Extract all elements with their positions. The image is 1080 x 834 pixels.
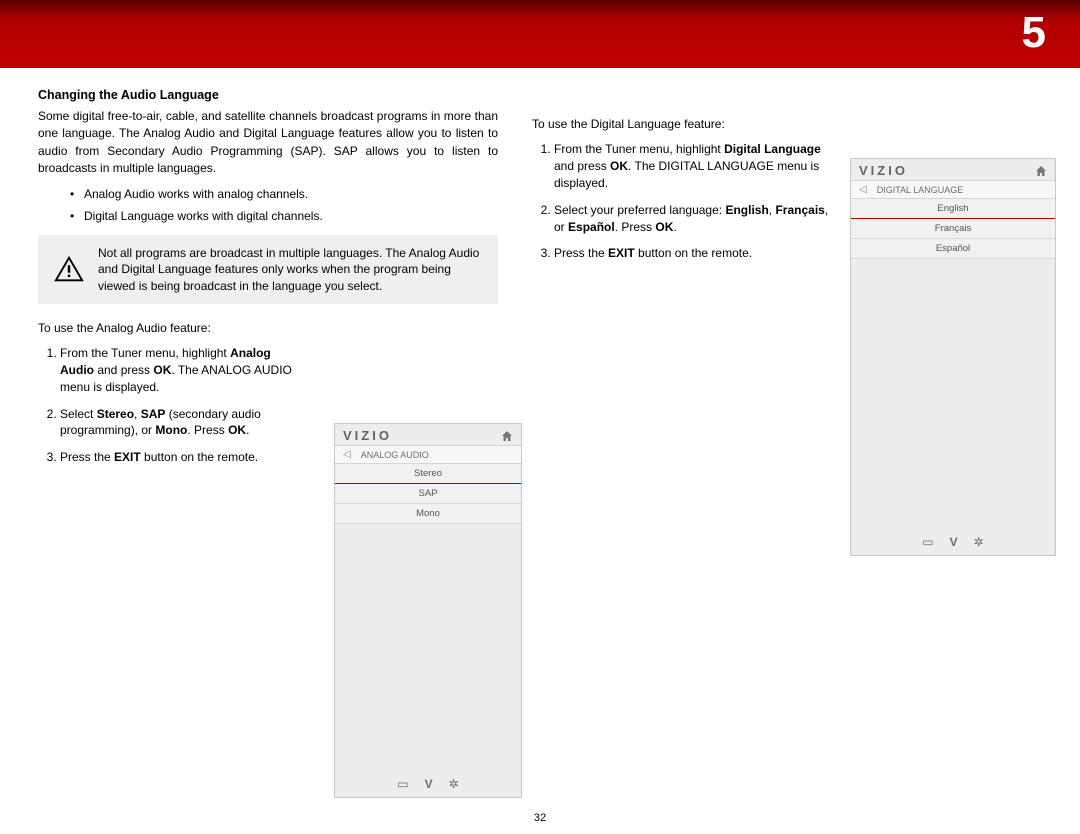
digital-steps: From the Tuner menu, highlight Digital L…	[532, 141, 832, 262]
step-item: From the Tuner menu, highlight Digital L…	[554, 141, 832, 191]
digital-menu-panel: VIZIO ◁ DIGITAL LANGUAGE English Françai…	[850, 158, 1056, 556]
menu-option[interactable]: SAP	[335, 484, 521, 504]
crumb-label: ANALOG AUDIO	[361, 450, 429, 460]
menu-option[interactable]: Mono	[335, 504, 521, 524]
page-number: 32	[534, 812, 546, 824]
crumb-label: DIGITAL LANGUAGE	[877, 185, 964, 195]
panel-footer: ▭ V ✲	[851, 535, 1055, 549]
chapter-number: 5	[1022, 8, 1046, 58]
home-icon	[1035, 165, 1047, 177]
chapter-header: 5	[0, 0, 1080, 68]
section-title: Changing the Audio Language	[38, 88, 498, 102]
analog-menu-panel: VIZIO ◁ ANALOG AUDIO Stereo SAP Mono ▭ V…	[334, 423, 522, 798]
digital-lead: To use the Digital Language feature:	[532, 116, 832, 133]
home-icon	[501, 430, 513, 442]
list-item: Digital Language works with digital chan…	[70, 208, 498, 225]
menu-option[interactable]: Français	[851, 219, 1055, 239]
wide-icon: ▭	[397, 777, 408, 791]
step-item: Select Stereo, SAP (secondary audio prog…	[60, 406, 298, 440]
warning-icon	[54, 255, 84, 283]
menu-option[interactable]: Español	[851, 239, 1055, 259]
warning-box: Not all programs are broadcast in multip…	[38, 235, 498, 304]
column-middle: To use the Digital Language feature: Fro…	[532, 116, 832, 272]
column-left: Changing the Audio Language Some digital…	[38, 88, 498, 476]
bullet-list: Analog Audio works with analog channels.…	[70, 186, 498, 226]
list-item: Analog Audio works with analog channels.	[70, 186, 498, 203]
page-content: Changing the Audio Language Some digital…	[38, 88, 1054, 834]
menu-option[interactable]: Stereo	[335, 464, 521, 484]
step-item: Select your preferred language: English,…	[554, 202, 832, 236]
menu-option[interactable]: English	[851, 199, 1055, 219]
v-icon: V	[425, 777, 433, 791]
wide-icon: ▭	[922, 535, 933, 549]
step-item: Press the EXIT button on the remote.	[60, 449, 298, 466]
warning-text: Not all programs are broadcast in multip…	[98, 246, 479, 292]
panel-header: VIZIO	[851, 159, 1055, 180]
intro-paragraph: Some digital free-to-air, cable, and sat…	[38, 108, 498, 178]
gear-icon: ✲	[449, 777, 459, 791]
back-arrow-icon: ◁	[343, 449, 351, 460]
column-right: VIZIO ◁ DIGITAL LANGUAGE English Françai…	[850, 158, 1056, 556]
step-item: From the Tuner menu, highlight Analog Au…	[60, 345, 298, 395]
vizio-logo: VIZIO	[859, 163, 908, 178]
back-arrow-icon: ◁	[859, 184, 867, 195]
analog-lead: To use the Analog Audio feature:	[38, 320, 498, 337]
gear-icon: ✲	[974, 535, 984, 549]
analog-steps: From the Tuner menu, highlight Analog Au…	[38, 345, 298, 466]
vizio-logo: VIZIO	[343, 428, 392, 443]
panel-crumb: ◁ ANALOG AUDIO	[335, 445, 521, 464]
panel-header: VIZIO	[335, 424, 521, 445]
v-icon: V	[950, 535, 958, 549]
step-item: Press the EXIT button on the remote.	[554, 245, 832, 262]
panel-crumb: ◁ DIGITAL LANGUAGE	[851, 180, 1055, 199]
panel-footer: ▭ V ✲	[335, 777, 521, 791]
